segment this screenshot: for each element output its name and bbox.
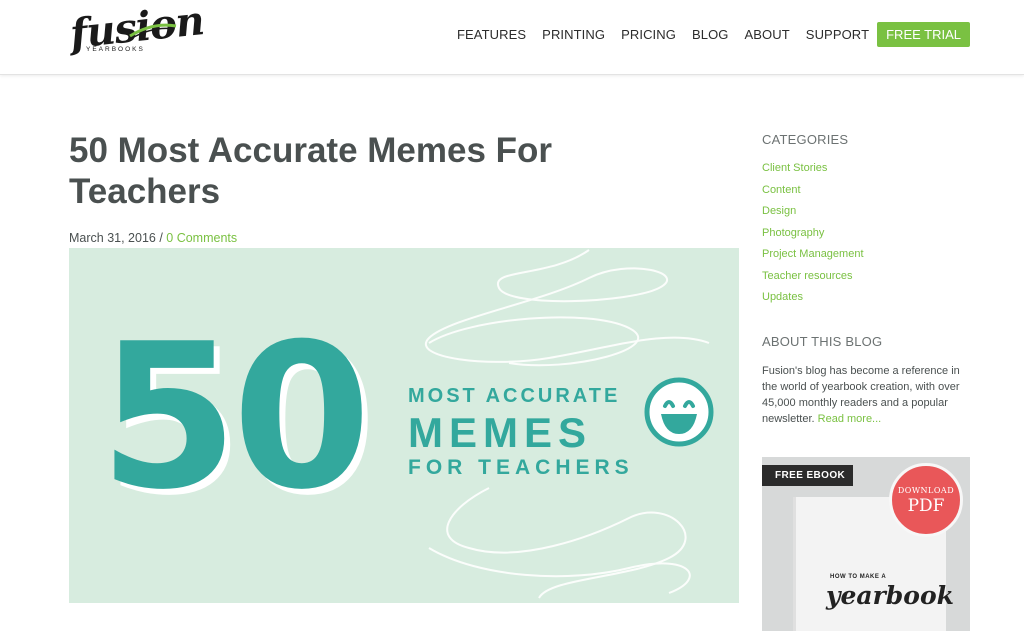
nav-item-blog[interactable]: BLOG — [692, 22, 729, 47]
site-header: fusion YEARBOOKS FEATURES PRINTING PRICING… — [0, 0, 1024, 75]
article-hero-image: 50 MOST ACCURATE MEMES FOR TEACHERS — [69, 248, 739, 603]
categories-heading: CATEGORIES — [762, 132, 849, 147]
main-nav: FEATURES PRINTING PRICING BLOG ABOUT SUPPORT F… — [441, 22, 970, 47]
logo-subtext: YEARBOOKS — [86, 46, 145, 53]
category-link[interactable]: Updates — [762, 287, 864, 309]
about-blog-text: Fusion's blog has become a reference in … — [762, 363, 970, 427]
meta-separator: / — [155, 231, 167, 245]
comments-link[interactable]: 0 Comments — [166, 231, 237, 245]
free-ebook-badge: FREE EBOOK — [762, 465, 854, 486]
nav-item-features[interactable]: FEATURES — [457, 22, 526, 47]
article-title: 50 Most Accurate Memes For Teachers — [69, 131, 553, 211]
category-link[interactable]: Project Management — [762, 244, 864, 266]
category-link[interactable]: Design — [762, 201, 864, 223]
hero-line-3: FOR TEACHERS — [408, 456, 634, 479]
nav-item-printing[interactable]: PRINTING — [542, 22, 605, 47]
category-link[interactable]: Client Stories — [762, 158, 864, 180]
free-trial-button[interactable]: FREE TRIAL — [877, 22, 970, 47]
nav-item-about[interactable]: ABOUT — [745, 22, 790, 47]
nav-item-pricing[interactable]: PRICING — [621, 22, 676, 47]
ebook-title-text: yearbook — [826, 581, 954, 610]
hero-line-2: MEMES — [408, 409, 593, 456]
category-link[interactable]: Photography — [762, 223, 864, 245]
ebook-howto-text: HOW TO MAKE A — [830, 574, 887, 580]
category-link[interactable]: Teacher resources — [762, 266, 864, 288]
category-link[interactable]: Content — [762, 180, 864, 202]
free-ebook-banner[interactable]: FREE EBOOK DOWNLOAD PDF HOW TO MAKE A ye… — [762, 457, 970, 631]
hero-line-1: MOST ACCURATE — [408, 385, 621, 407]
read-more-link[interactable]: Read more... — [818, 413, 882, 425]
article-meta: March 31, 2016 / 0 Comments — [69, 231, 237, 245]
logo-swoosh-icon — [129, 23, 177, 39]
article-date: March 31, 2016 — [69, 231, 156, 245]
nav-item-support[interactable]: SUPPORT — [806, 22, 869, 47]
download-pdf-stamp[interactable]: DOWNLOAD PDF — [889, 463, 963, 537]
stamp-pdf-text: PDF — [907, 496, 945, 516]
category-list: Client Stories Content Design Photography Pr… — [762, 158, 864, 309]
about-heading: ABOUT THIS BLOG — [762, 334, 883, 349]
smiley-face-icon — [644, 377, 714, 447]
stamp-download-text: DOWNLOAD — [897, 486, 955, 495]
fusion-yearbooks-logo[interactable]: fusion YEARBOOKS — [68, 0, 206, 72]
hero-big-number: 50 — [99, 301, 371, 534]
